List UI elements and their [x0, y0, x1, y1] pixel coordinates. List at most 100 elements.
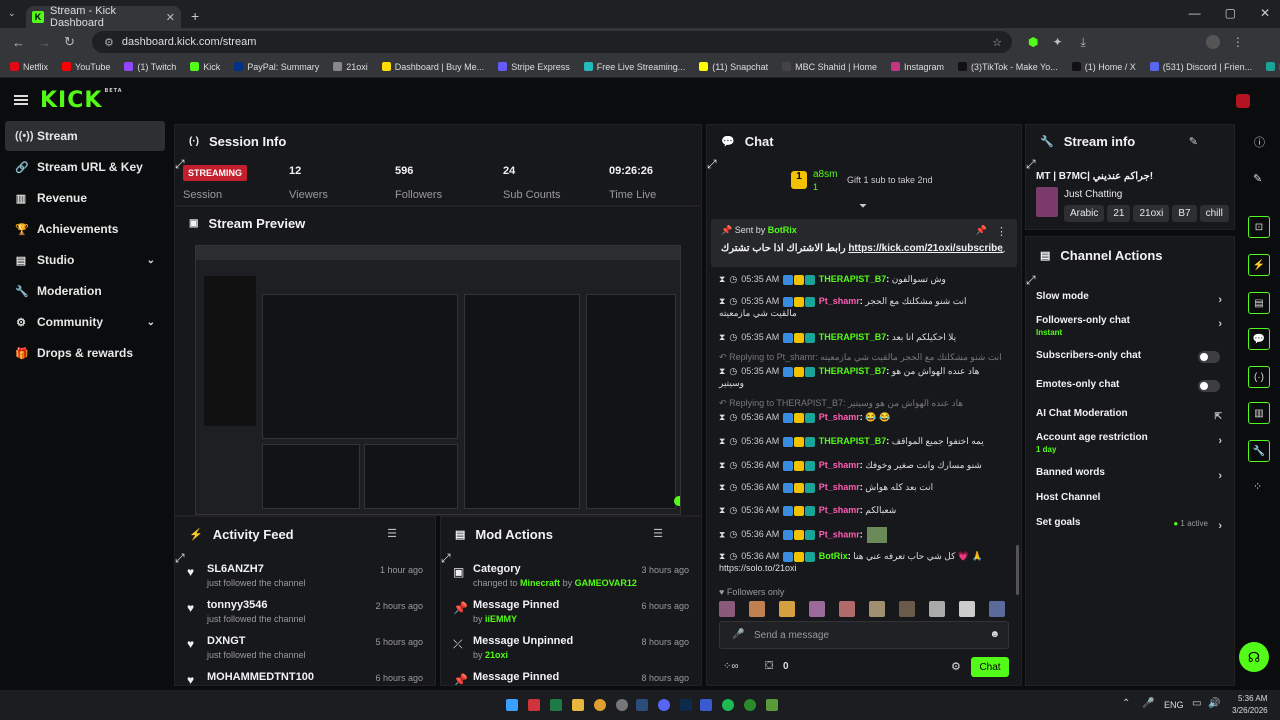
tag[interactable]: 21: [1107, 205, 1131, 222]
layout-icon[interactable]: ▥: [1248, 402, 1270, 424]
extensions-icon[interactable]: ✦: [1052, 35, 1062, 49]
chat-message[interactable]: ⧗ ◷ 05:36 AM Pt_shamr:: [719, 527, 1003, 543]
bolt-icon[interactable]: ⚡: [1248, 254, 1270, 276]
chat-message[interactable]: ⧗ ◷ 05:36 AM Pt_shamr: انت بعد كله هواش: [719, 481, 1003, 493]
new-tab-icon[interactable]: +: [191, 8, 199, 24]
chat-username[interactable]: Pt_shamr: [819, 482, 860, 492]
broadcast-icon[interactable]: (·): [1248, 366, 1270, 388]
chat-bubble-icon[interactable]: 💬: [1248, 328, 1270, 350]
bookmark-item[interactable]: Kick: [190, 62, 220, 72]
sidebar-item-achievements[interactable]: 🏆 Achievements: [5, 214, 165, 244]
steam-icon[interactable]: [636, 699, 648, 711]
gear-icon[interactable]: ⚙: [951, 660, 961, 673]
sidebar-item-drops[interactable]: 🎁 Drops & rewards: [5, 338, 165, 368]
chat-message[interactable]: ⧗ ◷ 05:36 AM BotRix: كل شي حاب تعرفه عني ه…: [719, 550, 1003, 574]
xbox-icon[interactable]: [744, 699, 756, 711]
bookmark-item[interactable]: (1) Home / X: [1071, 62, 1136, 72]
tag[interactable]: chill: [1199, 205, 1229, 222]
followers-only-row[interactable]: Followers-only chat Instant ›: [1036, 315, 1222, 337]
app-icon[interactable]: [766, 699, 778, 711]
chat-message[interactable]: ⧗ ◷ 05:36 AM THERAPIST_B7: يمه اختفوا جميع…: [719, 435, 1003, 447]
bookmark-item[interactable]: MBC Shahid | Home: [782, 62, 877, 72]
spotify-icon[interactable]: [722, 699, 734, 711]
slow-mode-row[interactable]: Slow mode ›: [1036, 291, 1222, 313]
follower-avatar[interactable]: [989, 601, 1005, 617]
forward-icon[interactable]: →: [38, 35, 52, 50]
chat-username[interactable]: Pt_shamr: [819, 460, 860, 470]
bookmark-item[interactable]: (11) Snapchat: [699, 62, 768, 72]
app-icon[interactable]: [700, 699, 712, 711]
tray-chevron-icon[interactable]: ⌃: [1122, 698, 1130, 709]
browser-menu-icon[interactable]: ⋮: [1232, 35, 1244, 49]
tab-list-icon[interactable]: ⌄: [8, 8, 16, 19]
sidebar-item-studio[interactable]: ▤ Studio ⌄: [5, 245, 165, 275]
account-age-row[interactable]: Account age restriction 1 day ›: [1036, 432, 1222, 454]
tag[interactable]: B7: [1172, 205, 1197, 222]
chat-message[interactable]: ⧗ ◷ 05:35 AM THERAPIST_B7: يلا احكيلكم انا…: [719, 331, 1003, 343]
clock-date[interactable]: 3/26/2026: [1232, 706, 1268, 715]
profile-avatar-icon[interactable]: [1205, 35, 1220, 49]
chat-message[interactable]: ⧗ ◷ 05:35 AM THERAPIST_B7: هاد عنده الهواش…: [719, 365, 1003, 389]
chat-message[interactable]: ⧗ ◷ 05:35 AM Pt_shamr: انت شنو مشكلتك مع ا…: [719, 295, 1003, 319]
emotes-only-toggle[interactable]: [1198, 380, 1220, 392]
edit-icon[interactable]: ✎: [1253, 172, 1262, 185]
chevron-down-icon[interactable]: ⌄: [999, 245, 1007, 256]
clock-time[interactable]: 5:36 AM: [1238, 694, 1267, 703]
windows-start-icon[interactable]: [506, 699, 518, 711]
user-avatar[interactable]: [1236, 94, 1250, 108]
tag[interactable]: 21oxi: [1133, 205, 1170, 222]
chat-message[interactable]: ⧗ ◷ 05:36 AM Pt_shamr: شنو مسارك وانت صغير…: [719, 459, 1003, 471]
ai-moderation-row[interactable]: AI Chat Moderation ⇱: [1036, 408, 1222, 430]
follower-avatar[interactable]: [719, 601, 735, 617]
expand-icon[interactable]: ⤢: [707, 157, 717, 171]
bookmark-item[interactable]: YouTube: [62, 62, 110, 72]
bookmark-item[interactable]: Photopea | Online P...: [1266, 62, 1280, 72]
stream-preview-video[interactable]: [195, 245, 681, 515]
category-thumbnail[interactable]: [1036, 187, 1058, 217]
category-name[interactable]: Just Chatting: [1064, 189, 1122, 200]
subscribers-only-toggle[interactable]: [1198, 351, 1220, 363]
reload-icon[interactable]: ↻: [64, 34, 78, 50]
browser-tab[interactable]: K Stream - Kick Dashboard ✕: [26, 5, 181, 29]
bookmark-item[interactable]: PayPal: Summary: [234, 62, 319, 72]
chat-username[interactable]: Pt_shamr: [819, 296, 860, 306]
volume-icon[interactable]: 🔊: [1208, 698, 1220, 709]
follower-avatar[interactable]: [809, 601, 825, 617]
chat-send-button[interactable]: Chat: [971, 657, 1009, 677]
info-icon[interactable]: ⓘ: [1254, 134, 1265, 150]
chat-username[interactable]: THERAPIST_B7: [819, 366, 887, 376]
bookmark-item[interactable]: (1) Twitch: [124, 62, 176, 72]
pin-toggle-icon[interactable]: 📌: [976, 225, 987, 236]
bookmark-item[interactable]: 21oxi: [333, 62, 368, 72]
edit-icon[interactable]: ✎: [1189, 135, 1198, 148]
chat-username[interactable]: Pt_shamr: [819, 505, 860, 515]
follower-avatar[interactable]: [749, 601, 765, 617]
target-icon[interactable]: ⊡: [1248, 216, 1270, 238]
chrome-icon[interactable]: [594, 699, 606, 711]
follower-avatar[interactable]: [869, 601, 885, 617]
sidebar-item-community[interactable]: ⚙ Community ⌄: [5, 307, 165, 337]
filter-icon[interactable]: ☰: [387, 527, 397, 540]
back-icon[interactable]: ←: [12, 35, 26, 50]
network-icon[interactable]: ▭: [1192, 698, 1201, 709]
expand-icon[interactable]: ⤢: [1026, 273, 1036, 287]
clipboard-icon[interactable]: ▤: [1248, 292, 1270, 314]
kick-logo[interactable]: KICK BETA: [40, 88, 123, 113]
set-goals-row[interactable]: Set goals ● 1 active ›: [1036, 517, 1222, 539]
mic-icon[interactable]: 🎤: [732, 629, 744, 640]
chat-username[interactable]: THERAPIST_B7: [819, 332, 887, 342]
follower-avatar[interactable]: [899, 601, 915, 617]
pinned-link[interactable]: https://kick.com/21oxi/subscribe: [848, 243, 1003, 254]
close-window-icon[interactable]: ✕: [1260, 6, 1270, 20]
expand-icon[interactable]: ⤢: [1026, 157, 1036, 171]
sidebar-item-stream[interactable]: ((•)) Stream: [5, 121, 165, 151]
gifter-name[interactable]: a8sm: [813, 169, 837, 180]
sidebar-item-revenue[interactable]: ▥ Revenue: [5, 183, 165, 213]
bookmark-item[interactable]: Instagram: [891, 62, 944, 72]
download-icon[interactable]: ⤓: [1081, 35, 1086, 50]
sidebar-item-stream-url[interactable]: 🔗 Stream URL & Key: [5, 152, 165, 182]
maximize-icon[interactable]: ▢: [1225, 6, 1236, 20]
chat-message[interactable]: ⧗ ◷ 05:36 AM Pt_shamr: شعبالكم: [719, 504, 1003, 516]
bookmark-item[interactable]: Stripe Express: [498, 62, 570, 72]
chat-username[interactable]: BotRix: [819, 551, 848, 561]
